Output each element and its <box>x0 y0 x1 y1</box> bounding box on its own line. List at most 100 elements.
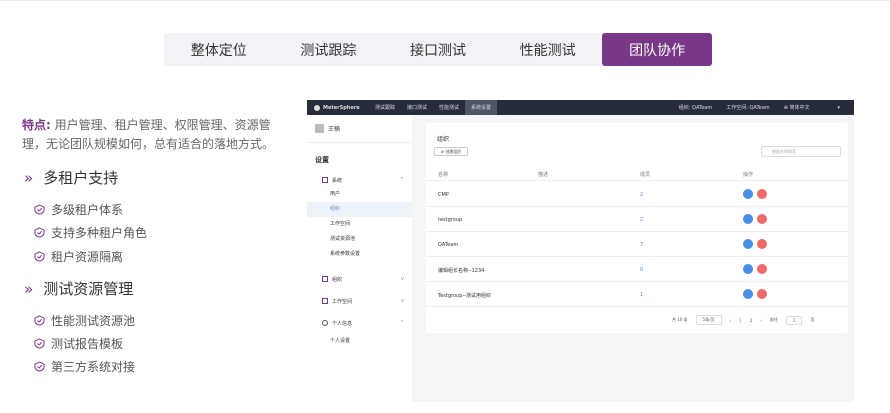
workspace-switcher[interactable]: 工作空间: QATeam <box>726 104 769 111</box>
pagination: 共 10 条 5条/页 ‹ 1 2 › 前往 1 页 <box>672 315 822 325</box>
tab-api-testing[interactable]: 接口测试 <box>383 33 493 66</box>
delete-icon[interactable] <box>757 264 767 274</box>
sidebar-group-label: 组织 <box>332 276 343 283</box>
sidebar-item-workspace[interactable]: 工作空间 <box>307 217 412 232</box>
settings-title: 设置 <box>315 156 329 164</box>
bullet-text: 第三方系统对接 <box>51 360 136 374</box>
column-header: 描述 <box>538 172 549 178</box>
bullet-item: 测试报告模板 <box>34 335 123 352</box>
bullet-text: 支持多种租户角色 <box>51 226 148 240</box>
current-user: 王楠 <box>307 115 412 143</box>
sidebar-item-system-params[interactable]: 系统参数设置 <box>307 247 412 262</box>
nav-api-testing[interactable]: 接口测试 <box>401 100 433 115</box>
feature-label: 特点: <box>22 118 51 132</box>
group-title-resource-management: » 测试资源管理 <box>24 278 133 299</box>
tab-test-tracking[interactable]: 测试跟踪 <box>274 33 384 66</box>
cell-members[interactable]: 2 <box>640 192 643 198</box>
edit-icon[interactable] <box>743 239 753 249</box>
sidebar-group-system[interactable]: 系统 ^ <box>307 173 412 187</box>
language-switcher[interactable]: ⊕ 简体中文 <box>784 104 824 111</box>
sidebar-group-label: 个人信息 <box>332 320 353 327</box>
sidebar-item-organization[interactable]: 组织 <box>307 202 412 217</box>
cell-name: testgroup <box>438 217 463 223</box>
tab-performance-testing[interactable]: 性能测试 <box>493 33 603 66</box>
top-right-menus: 组织: QATeam 工作空间: QATeam ⊕ 简体中文 ▾ <box>679 104 854 112</box>
shield-check-icon <box>34 338 45 349</box>
bullet-item: 多级租户体系 <box>34 201 123 218</box>
shield-check-icon <box>34 204 45 215</box>
next-page-icon[interactable]: › <box>760 318 762 323</box>
app-screenshot: MeterSphere 测试跟踪 接口测试 性能测试 系统设置 组织: QATe… <box>307 100 854 402</box>
page-size-select[interactable]: 5条/页 <box>695 315 722 325</box>
cell-members[interactable]: 7 <box>640 242 643 248</box>
delete-icon[interactable] <box>757 214 767 224</box>
table-row: testgroup 2 <box>426 207 848 232</box>
sidebar-group-organization[interactable]: 组织 v <box>307 268 412 290</box>
delete-icon[interactable] <box>757 289 767 299</box>
page-number[interactable]: 2 <box>750 318 753 323</box>
sidebar-group-label: 工作空间 <box>332 298 353 305</box>
more-menu[interactable]: ▾ <box>837 105 840 111</box>
cell-name: CMP <box>438 192 449 198</box>
bullet-text: 性能测试资源池 <box>51 314 136 328</box>
group-title-text: 多租户支持 <box>43 169 119 187</box>
bullet-text: 租户资源隔离 <box>51 250 124 264</box>
cell-members[interactable]: 1 <box>640 292 643 298</box>
tab-positioning[interactable]: 整体定位 <box>164 33 274 66</box>
person-icon <box>322 320 328 326</box>
sidebar-group-workspace[interactable]: 工作空间 v <box>307 290 412 312</box>
nav-test-tracking[interactable]: 测试跟踪 <box>369 100 401 115</box>
edit-icon[interactable] <box>743 214 753 224</box>
cell-members[interactable]: 0 <box>640 267 643 273</box>
shield-check-icon <box>34 361 45 372</box>
settings-sidebar: 王楠 设置 系统 ^ 用户 组织 工作空间 测试资源池 系统参数设置 组织 v 工作… <box>307 115 412 402</box>
edit-icon[interactable] <box>743 189 753 199</box>
feature-text: 用户管理、租户管理、权限管理、资源管理，无论团队规模如何，总有适合的落地方式。 <box>22 118 275 151</box>
search-input[interactable]: 根据名称搜索 <box>761 146 841 157</box>
sidebar-item-users[interactable]: 用户 <box>307 187 412 202</box>
nav-system-settings[interactable]: 系统设置 <box>465 100 498 115</box>
delete-icon[interactable] <box>757 189 767 199</box>
table-row: CMP 2 <box>426 182 848 207</box>
bullet-text: 测试报告模板 <box>51 337 124 351</box>
avatar <box>315 124 324 133</box>
goto-page-input[interactable]: 1 <box>785 315 803 325</box>
create-organization-button[interactable]: ⊕ 创建组织 <box>434 147 468 156</box>
table-row: 编辑组长名称--1234 0 <box>426 257 848 282</box>
system-icon <box>322 177 328 183</box>
tab-team-collaboration[interactable]: 团队协作 <box>602 33 712 66</box>
app-top-bar: MeterSphere 测试跟踪 接口测试 性能测试 系统设置 组织: QATe… <box>307 100 854 115</box>
chevron-up-icon: ^ <box>399 177 404 183</box>
user-name: 王楠 <box>328 126 341 133</box>
cell-name: Testgroup--测试用组织 <box>438 293 491 299</box>
sidebar-item-resource-pool[interactable]: 测试资源池 <box>307 232 412 247</box>
button-label: 创建组织 <box>445 148 462 154</box>
column-header: 名称 <box>438 172 449 178</box>
prev-page-icon[interactable]: ‹ <box>730 318 732 323</box>
goto-label: 前往 <box>769 317 778 322</box>
nav-performance-testing[interactable]: 性能测试 <box>433 100 465 115</box>
delete-icon[interactable] <box>757 239 767 249</box>
table-row: QATeam 7 <box>426 232 848 257</box>
feature-description: 特点: 用户管理、租户管理、权限管理、资源管理，无论团队规模如何，总有适合的落地… <box>22 116 284 154</box>
column-header: 成员 <box>640 172 651 178</box>
language-label: 简体中文 <box>789 105 810 111</box>
pager-total: 共 10 条 <box>672 317 688 322</box>
card-title: 组织 <box>437 136 450 143</box>
sidebar-group-personal[interactable]: 个人信息 ^ <box>307 312 412 334</box>
page-unit-label: 页 <box>810 317 815 322</box>
org-switcher[interactable]: 组织: QATeam <box>679 104 712 111</box>
edit-icon[interactable] <box>743 264 753 274</box>
feature-tab-bar: 整体定位 测试跟踪 接口测试 性能测试 团队协作 <box>164 33 712 66</box>
edit-icon[interactable] <box>743 289 753 299</box>
table-row: Testgroup--测试用组织 1 <box>426 282 848 307</box>
cell-members[interactable]: 2 <box>640 217 643 223</box>
page-number[interactable]: 1 <box>739 318 742 323</box>
table-header: 名称 描述 成员 操作 <box>426 169 848 181</box>
shield-check-icon <box>34 315 45 326</box>
logo-icon <box>314 104 320 111</box>
chevron-down-icon: v <box>401 276 404 282</box>
sidebar-item-personal-settings[interactable]: 个人设置 <box>307 334 412 349</box>
top-divider <box>0 0 890 1</box>
bullet-item: 支持多种租户角色 <box>34 224 147 241</box>
